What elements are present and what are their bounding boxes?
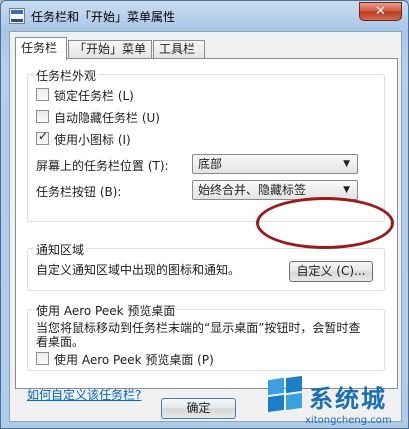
taskbar-position-label: 屏幕上的任务栏位置 (T): (36, 159, 169, 173)
close-button[interactable]: ✕ (359, 2, 402, 21)
lock-taskbar-label: 锁定任务栏 (L) (54, 89, 134, 103)
small-icons-checkbox[interactable] (36, 129, 49, 145)
appearance-group-title: 任务栏外观 (34, 67, 99, 84)
auto-hide-option[interactable]: 自动隐藏任务栏 (U) (36, 109, 236, 125)
tab-taskbar[interactable]: 任务栏 (15, 37, 67, 60)
dialog-window: 任务栏和「开始」菜单属性 ✕ 任务栏 「开始」菜单 工具栏 任务栏外观 锁定任务… (0, 0, 409, 429)
small-icons-label: 使用小图标 (I) (54, 133, 131, 147)
taskbar-properties-icon (9, 8, 25, 24)
title-bar[interactable]: 任务栏和「开始」菜单属性 ✕ (1, 1, 408, 31)
lock-taskbar-option[interactable]: 锁定任务栏 (L) (36, 87, 236, 103)
notification-description: 自定义通知区域中出现的图标和通知。 (36, 263, 241, 277)
watermark-url: xitongcheng.com (305, 415, 392, 426)
customize-taskbar-help-link[interactable]: 如何自定义该任务栏? (27, 386, 141, 403)
auto-hide-checkbox[interactable] (36, 110, 49, 123)
ok-button[interactable]: 确定 (161, 398, 236, 419)
auto-hide-label: 自动隐藏任务栏 (U) (54, 111, 160, 125)
taskbar-buttons-value: 始终合并、隐藏标签 (198, 183, 307, 197)
highlight-annotation (256, 197, 394, 249)
notification-group-title: 通知区域 (34, 241, 87, 258)
aero-peek-label: 使用 Aero Peek 预览桌面 (P) (54, 353, 214, 367)
aero-peek-group-title: 使用 Aero Peek 预览桌面 (34, 302, 178, 319)
dropdown-arrow-icon: ▼ (343, 159, 350, 169)
customize-notifications-button[interactable]: 自定义 (C)... (289, 261, 373, 282)
tab-start-menu[interactable]: 「开始」菜单 (68, 40, 152, 59)
small-icons-option[interactable]: 使用小图标 (I) (36, 129, 236, 147)
taskbar-position-select[interactable]: 底部 ▼ (192, 154, 358, 174)
aero-peek-checkbox[interactable] (36, 352, 49, 365)
taskbar-buttons-label: 任务栏按钮 (B): (36, 185, 122, 199)
windows-logo-icon (265, 375, 305, 415)
taskbar-position-value: 底部 (198, 157, 223, 171)
watermark: 系统城 xitongcheng.com (265, 375, 409, 429)
aero-peek-description: 当您将鼠标移动到任务栏末端的“显示桌面”按钮时，会暂时查看桌面。 (36, 321, 361, 349)
watermark-name: 系统城 (309, 385, 387, 413)
dropdown-arrow-icon: ▼ (343, 185, 350, 195)
tab-toolbars[interactable]: 工具栏 (153, 40, 205, 59)
lock-taskbar-checkbox[interactable] (36, 88, 49, 101)
window-title: 任务栏和「开始」菜单属性 (31, 10, 176, 24)
aero-peek-option[interactable]: 使用 Aero Peek 预览桌面 (P) (36, 351, 276, 367)
